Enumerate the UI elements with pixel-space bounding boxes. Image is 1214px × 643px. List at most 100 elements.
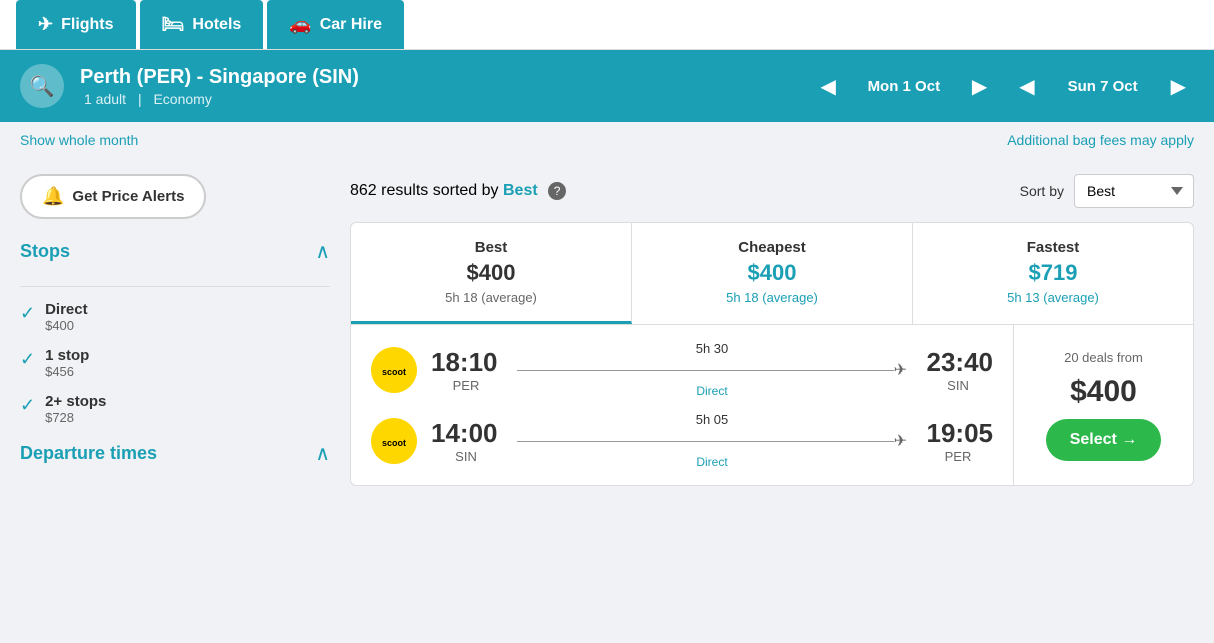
- price-alert-label: Get Price Alerts: [72, 188, 184, 205]
- main-layout: 🔔 Get Price Alerts Stops ∧ ✓ Direct $400…: [0, 158, 1214, 514]
- select-button[interactable]: Select →: [1046, 419, 1162, 461]
- stops-title: Stops: [20, 241, 70, 262]
- fastest-tab-avg: 5h 13 (average): [923, 290, 1183, 305]
- return-date: Sun 7 Oct: [1053, 78, 1153, 95]
- price-panel: 20 deals from $400 Select →: [1013, 325, 1193, 485]
- svg-text:scoot: scoot: [382, 367, 406, 377]
- outbound-depart-time: 18:10: [431, 347, 501, 378]
- price-alert-button[interactable]: 🔔 Get Price Alerts: [20, 174, 206, 219]
- tab-carhire[interactable]: 🚗 Car Hire: [267, 0, 404, 49]
- stop-direct: ✓ Direct $400: [20, 301, 330, 333]
- flights-icon: ✈: [38, 14, 53, 35]
- direct-label: Direct: [45, 301, 88, 318]
- outbound-arrive-airport: SIN: [923, 378, 993, 393]
- best-tab-label: Best: [361, 239, 621, 256]
- return-prev-arrow[interactable]: ◀: [1011, 70, 1042, 103]
- tab-hotels[interactable]: 🛏 Hotels: [140, 0, 264, 49]
- adult-count: 1 adult: [84, 91, 126, 107]
- tab-best[interactable]: Best $400 5h 18 (average): [351, 223, 632, 324]
- cheapest-tab-avg: 5h 18 (average): [642, 290, 902, 305]
- deals-from: 20 deals from: [1064, 350, 1143, 365]
- best-tab-avg: 5h 18 (average): [361, 290, 621, 305]
- outbound-duration: 5h 30: [696, 341, 729, 356]
- outbound-plane-icon: ✈: [894, 360, 907, 380]
- return-date-nav: ◀ Sun 7 Oct ▶: [1011, 70, 1194, 103]
- inbound-arrive-time: 19:05: [923, 418, 993, 449]
- tab-flights-label: Flights: [61, 16, 113, 34]
- show-month-link[interactable]: Show whole month: [20, 132, 138, 148]
- outbound-stops: Direct: [696, 384, 727, 398]
- fastest-tab-label: Fastest: [923, 239, 1183, 256]
- inbound-airline-logo: scoot: [371, 418, 417, 464]
- flight-card-inner: scoot 18:10 PER 5h 30: [351, 325, 1193, 485]
- cheapest-tab-price: $400: [642, 260, 902, 286]
- results-header: 862 results sorted by Best ? Sort by Bes…: [350, 174, 1194, 208]
- search-route: Perth (PER) - Singapore (SIN): [80, 66, 796, 89]
- departure-chevron-icon[interactable]: ∧: [315, 441, 330, 466]
- stop-1stop: ✓ 1 stop $456: [20, 347, 330, 379]
- cabin-class: Economy: [153, 91, 211, 107]
- outbound-date-nav: ◀ Mon 1 Oct ▶: [812, 70, 995, 103]
- search-button[interactable]: 🔍: [20, 64, 64, 108]
- outbound-duration-section: 5h 30 ✈ Direct: [517, 341, 907, 398]
- outbound-prev-arrow[interactable]: ◀: [812, 70, 843, 103]
- meta-separator: |: [138, 91, 142, 107]
- tab-flights[interactable]: ✈ Flights: [16, 0, 136, 49]
- inbound-time-section: 14:00 SIN 5h 05 ✈ Direct: [431, 412, 993, 469]
- bell-icon: 🔔: [42, 186, 64, 207]
- sub-header: Show whole month Additional bag fees may…: [0, 122, 1214, 158]
- two-plus-price: $728: [45, 410, 106, 425]
- pricing-tabs: Best $400 5h 18 (average) Cheapest $400 …: [350, 222, 1194, 324]
- tab-fastest[interactable]: Fastest $719 5h 13 (average): [913, 223, 1193, 324]
- outbound-airline-logo: scoot: [371, 347, 417, 393]
- sort-select[interactable]: Best Cheapest Fastest Duration: [1074, 174, 1194, 208]
- outbound-line: ✈: [517, 360, 907, 380]
- departure-title: Departure times: [20, 443, 157, 464]
- stops-chevron-icon[interactable]: ∧: [315, 239, 330, 264]
- help-icon[interactable]: ?: [548, 182, 566, 200]
- carhire-icon: 🚗: [289, 14, 311, 35]
- one-stop-price: $456: [45, 364, 89, 379]
- best-tab-price: $400: [361, 260, 621, 286]
- search-meta: 1 adult | Economy: [80, 91, 796, 107]
- inbound-stops: Direct: [696, 455, 727, 469]
- hotels-icon: 🛏: [162, 14, 185, 35]
- tab-carhire-label: Car Hire: [320, 16, 382, 34]
- inbound-duration-section: 5h 05 ✈ Direct: [517, 412, 907, 469]
- outbound-arrive-time: 23:40: [923, 347, 993, 378]
- tab-hotels-label: Hotels: [192, 16, 241, 34]
- content-area: 862 results sorted by Best ? Sort by Bes…: [350, 158, 1214, 514]
- outbound-time-section: 18:10 PER 5h 30 ✈ Direct: [431, 341, 993, 398]
- inbound-arrive-airport: PER: [923, 449, 993, 464]
- outbound-next-arrow[interactable]: ▶: [964, 70, 995, 103]
- fastest-tab-price: $719: [923, 260, 1183, 286]
- direct-check-icon[interactable]: ✓: [20, 303, 35, 324]
- sort-area: Sort by Best Cheapest Fastest Duration: [1020, 174, 1194, 208]
- tab-cheapest[interactable]: Cheapest $400 5h 18 (average): [632, 223, 913, 324]
- inbound-row: scoot 14:00 SIN 5h 05: [371, 412, 993, 469]
- search-info: Perth (PER) - Singapore (SIN) 1 adult | …: [80, 66, 796, 107]
- departure-filter: Departure times ∧: [20, 441, 330, 466]
- search-icon: 🔍: [30, 74, 55, 99]
- two-plus-check-icon[interactable]: ✓: [20, 395, 35, 416]
- bag-fees-notice: Additional bag fees may apply: [1007, 132, 1194, 148]
- flight-price: $400: [1070, 375, 1137, 409]
- stops-filter-header: Stops ∧: [20, 239, 330, 272]
- inbound-plane-icon: ✈: [894, 431, 907, 451]
- stop-2plus: ✓ 2+ stops $728: [20, 393, 330, 425]
- results-count-area: 862 results sorted by Best ?: [350, 182, 566, 200]
- outbound-date: Mon 1 Oct: [854, 78, 954, 95]
- inbound-line: ✈: [517, 431, 907, 451]
- svg-text:scoot: scoot: [382, 438, 406, 448]
- return-next-arrow[interactable]: ▶: [1163, 70, 1194, 103]
- outbound-depart-airport: PER: [431, 378, 501, 393]
- departure-header: Departure times ∧: [20, 441, 330, 466]
- sort-by-value: Best: [503, 182, 538, 199]
- one-stop-check-icon[interactable]: ✓: [20, 349, 35, 370]
- direct-price: $400: [45, 318, 88, 333]
- top-navigation: ✈ Flights 🛏 Hotels 🚗 Car Hire: [0, 0, 1214, 50]
- inbound-depart-airport: SIN: [431, 449, 501, 464]
- inbound-duration: 5h 05: [696, 412, 729, 427]
- sort-label: Sort by: [1020, 183, 1064, 199]
- two-plus-label: 2+ stops: [45, 393, 106, 410]
